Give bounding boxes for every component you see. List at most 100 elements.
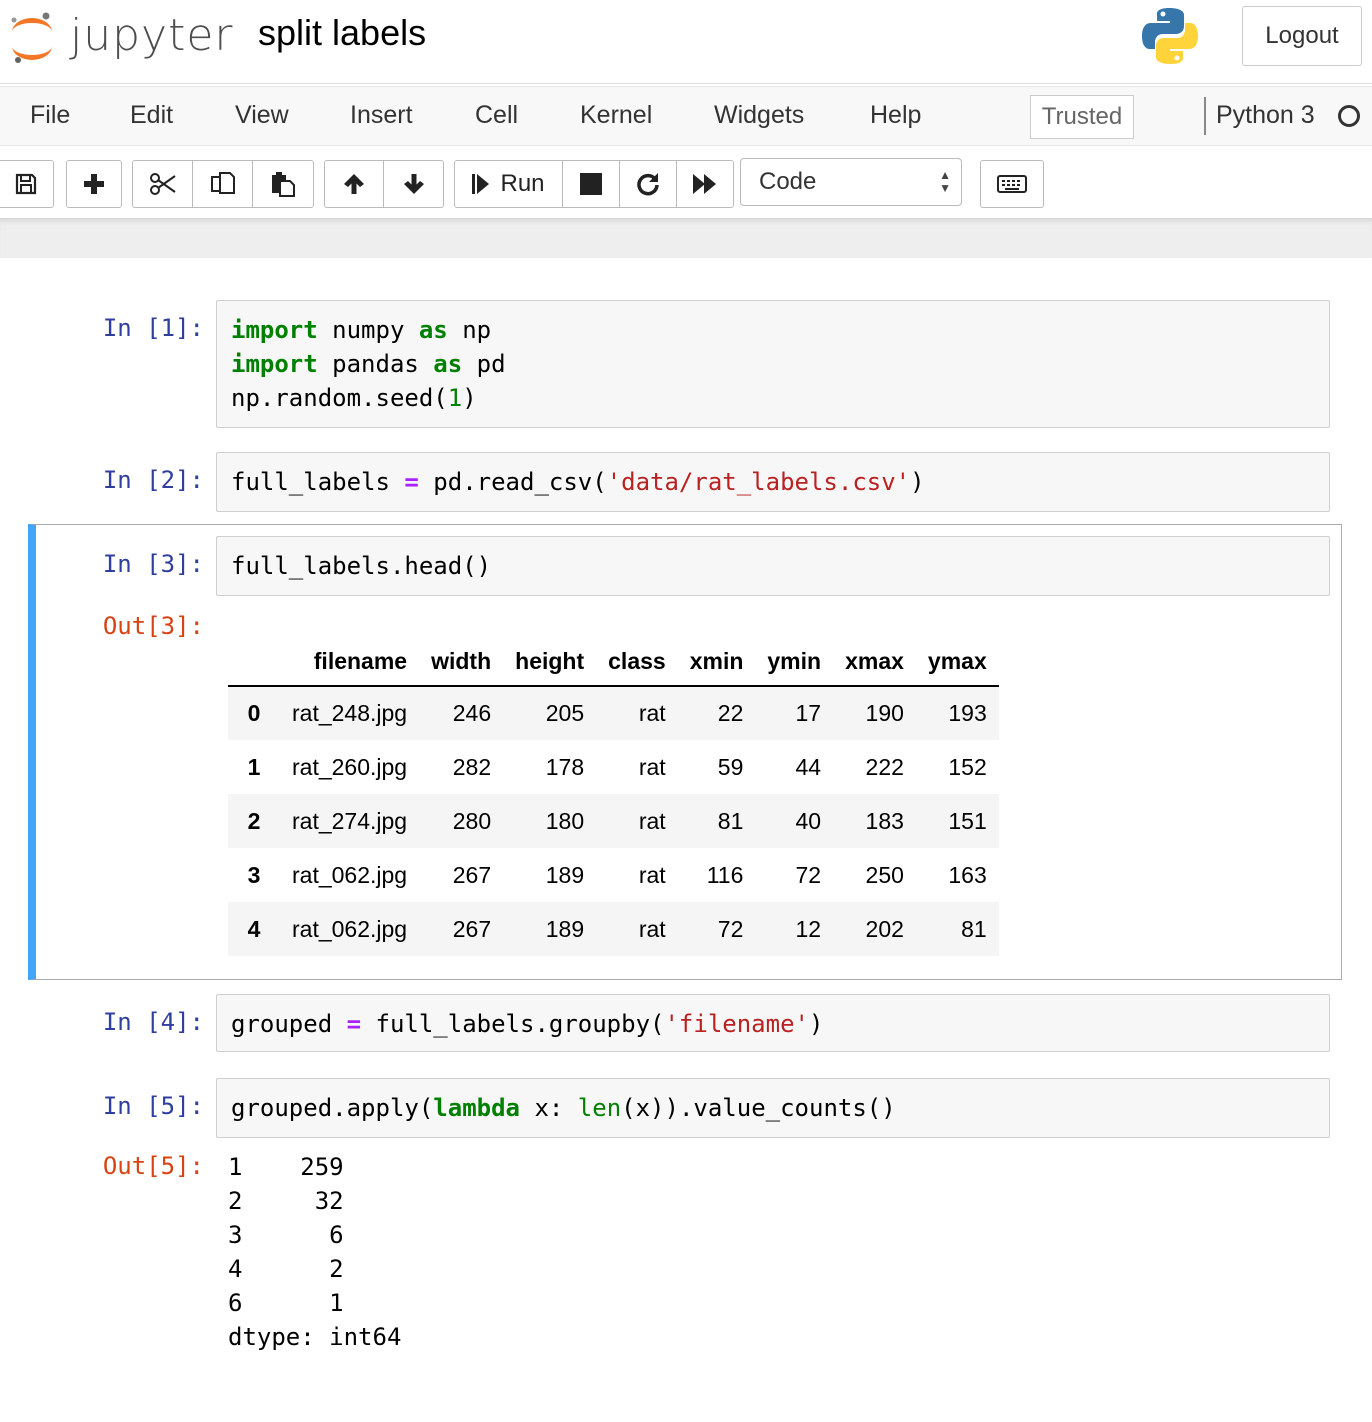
row-index: 0: [247, 700, 261, 726]
code-line: full_labels.head(): [231, 549, 1315, 583]
menu-insert[interactable]: Insert: [350, 101, 413, 130]
table-cell: 202: [865, 915, 904, 942]
table-cell: 178: [545, 753, 585, 780]
cell-5-prompt: In [5]:: [102, 1092, 204, 1120]
table-cell: 193: [948, 700, 987, 726]
cell-1-input[interactable]: import numpy as np import pandas as pd np.…: [216, 300, 1330, 428]
insert-group: [66, 160, 122, 208]
table-cell: 222: [865, 753, 904, 780]
code-token: np.random.seed(: [231, 384, 448, 412]
code-token: full_labels.head(): [231, 552, 492, 580]
save-button[interactable]: [0, 161, 53, 207]
cut-icon: [149, 173, 176, 195]
table-cell: 40: [795, 807, 822, 834]
table-cell: 17: [795, 700, 822, 726]
table-cell: rat: [638, 753, 666, 780]
table-cell: 44: [795, 753, 822, 780]
code-line: np.random.seed(1): [231, 381, 1315, 415]
code-line: import numpy as np: [231, 313, 1315, 347]
code-token: x:: [520, 1094, 578, 1122]
column-header: filename: [280, 638, 420, 687]
code-token: ): [808, 1010, 824, 1038]
code-token: =: [346, 1010, 362, 1038]
menu-edit[interactable]: Edit: [130, 101, 173, 130]
paste-icon: [272, 172, 295, 197]
column-header: ymin: [755, 638, 834, 687]
jupyter-logo[interactable]: jupyter: [6, 6, 233, 66]
table-row: 0 rat_248.jpg 246 205 rat 22 17 190 193: [228, 686, 999, 740]
cell-4-prompt: In [4]:: [102, 1008, 204, 1036]
interrupt-button[interactable]: [563, 161, 620, 207]
code-token: import: [231, 350, 318, 378]
move-down-button[interactable]: [384, 161, 443, 207]
cell-2-input[interactable]: full_labels = pd.read_csv('data/rat_labe…: [216, 452, 1330, 512]
menu-view[interactable]: View: [235, 101, 289, 130]
column-header: height: [503, 638, 597, 687]
cut-button[interactable]: [133, 161, 193, 207]
code-token: len: [577, 1094, 622, 1122]
menu-file[interactable]: File: [30, 101, 70, 130]
cell-5-input[interactable]: grouped.apply(lambda x: len(x)).value_co…: [216, 1078, 1330, 1138]
code-token: pandas: [317, 350, 434, 378]
table-cell: rat: [638, 700, 666, 726]
code-token: import: [231, 316, 318, 344]
kernel-name: Python 3: [1216, 101, 1315, 129]
code-token: 'filename': [664, 1010, 809, 1038]
code-token: grouped.apply(: [231, 1094, 434, 1122]
cell-type-select[interactable]: Code ▲ ▼: [740, 158, 962, 206]
toolbar: Run Code ▲ ▼: [0, 146, 1372, 218]
trusted-indicator[interactable]: Trusted: [1030, 95, 1134, 139]
save-group: [0, 160, 54, 208]
keyboard-icon: [997, 175, 1027, 193]
code-token: 'data/rat_labels.csv': [606, 468, 911, 496]
column-header: [228, 638, 280, 687]
code-token: full_labels.groupby(: [361, 1010, 665, 1038]
header: jupyter split labels Logout: [0, 0, 1372, 84]
kernel-separator: [1204, 97, 1206, 135]
table-cell: rat: [638, 807, 666, 834]
run-group: Run: [454, 160, 734, 208]
table-cell: 81: [961, 915, 987, 942]
table-row: 3 rat_062.jpg 267 189 rat 116 72 250 163: [228, 848, 999, 902]
menu-cell[interactable]: Cell: [475, 101, 518, 130]
column-header: ymax: [915, 638, 999, 687]
move-up-button[interactable]: [325, 161, 384, 207]
row-index: 4: [247, 915, 261, 942]
table-row: 2 rat_274.jpg 280 180 rat 81 40 183 151: [228, 794, 999, 848]
table-cell: 152: [948, 753, 987, 780]
menu-kernel[interactable]: Kernel: [580, 101, 652, 130]
paste-button[interactable]: [253, 161, 313, 207]
table-cell: rat: [638, 861, 666, 888]
step-run-icon: [472, 174, 490, 194]
run-button[interactable]: Run: [455, 161, 563, 207]
menu-widgets[interactable]: Widgets: [714, 101, 804, 130]
table-cell: 22: [717, 700, 744, 726]
table-cell: rat_248.jpg: [292, 700, 408, 726]
table-cell: 72: [717, 915, 744, 942]
table-cell: 246: [452, 700, 492, 726]
notebook-top-band: [0, 218, 1372, 258]
menu-help[interactable]: Help: [870, 101, 921, 130]
code-token: numpy: [317, 316, 419, 344]
code-token: (x)).value_counts(): [621, 1094, 896, 1122]
cell-1-prompt: In [1]:: [102, 314, 204, 342]
column-header: xmax: [833, 638, 916, 687]
copy-button[interactable]: [193, 161, 253, 207]
row-index: 3: [247, 861, 261, 888]
cell-3-prompt: In [3]:: [102, 550, 204, 578]
python-logo-icon: [1142, 8, 1198, 64]
code-token: full_labels: [231, 468, 405, 496]
table-cell: 190: [865, 700, 904, 726]
stop-icon: [580, 173, 602, 195]
cell-3-input[interactable]: full_labels.head(): [216, 536, 1330, 596]
table-row: 4 rat_062.jpg 267 189 rat 72 12 202 81: [228, 902, 999, 956]
restart-button[interactable]: [620, 161, 677, 207]
cell-4-input[interactable]: grouped = full_labels.groupby('filename'…: [216, 994, 1330, 1052]
notebook-title[interactable]: split labels: [258, 12, 426, 54]
insert-cell-button[interactable]: [67, 161, 121, 207]
save-icon: [15, 173, 37, 195]
command-palette-button[interactable]: [981, 161, 1043, 207]
logout-button[interactable]: Logout: [1242, 6, 1362, 66]
cell-2-prompt: In [2]:: [102, 466, 204, 494]
run-all-button[interactable]: [677, 161, 733, 207]
